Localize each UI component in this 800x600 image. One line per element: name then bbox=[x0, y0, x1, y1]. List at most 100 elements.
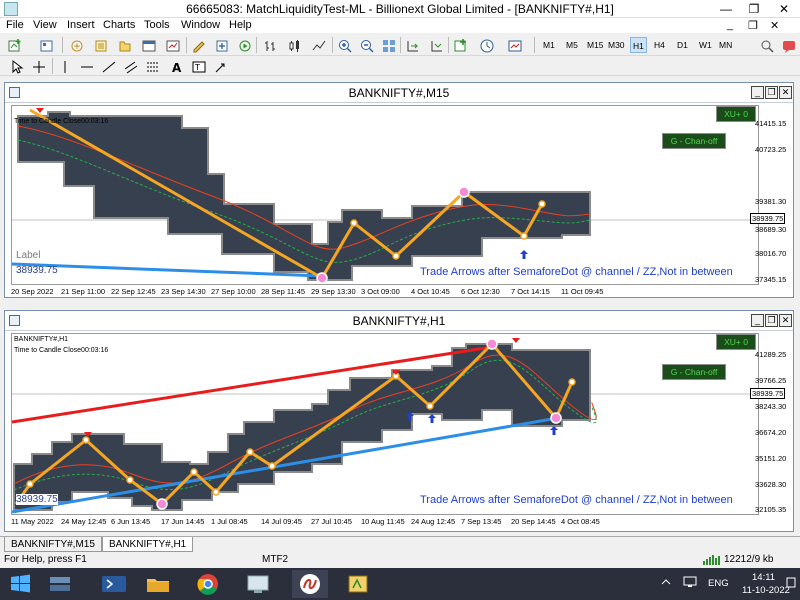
clock-date[interactable]: 11-10-2022 bbox=[742, 585, 790, 596]
arrows-icon[interactable] bbox=[212, 58, 228, 74]
svg-text:T: T bbox=[194, 63, 200, 72]
swing-dot bbox=[520, 232, 528, 240]
search-icon[interactable] bbox=[758, 37, 774, 53]
network-icon[interactable] bbox=[683, 576, 697, 588]
timeframe-m15-button[interactable]: M15 bbox=[585, 37, 606, 53]
chart-shift-icon[interactable] bbox=[404, 37, 420, 53]
minimize-button[interactable]: — bbox=[712, 0, 740, 18]
tester-icon[interactable] bbox=[164, 37, 180, 53]
timeframe-m30-button[interactable]: M30 bbox=[606, 37, 627, 53]
menu-tools[interactable]: Tools bbox=[144, 19, 170, 31]
channel-icon[interactable] bbox=[122, 58, 138, 74]
timeframe-d1-button[interactable]: D1 bbox=[675, 37, 690, 53]
terminal-icon[interactable] bbox=[140, 37, 156, 53]
data-window-icon[interactable] bbox=[92, 37, 108, 53]
chart-close-button[interactable]: ✕ bbox=[779, 314, 792, 327]
powershell-icon[interactable] bbox=[96, 570, 132, 598]
chart-restore-button[interactable]: ❐ bbox=[765, 86, 778, 99]
metatrader-app-icon[interactable] bbox=[292, 570, 328, 598]
svg-text:A: A bbox=[172, 61, 182, 75]
timeframe-w1-button[interactable]: W1 bbox=[697, 37, 714, 53]
line-chart-icon[interactable] bbox=[310, 37, 326, 53]
text-label-icon[interactable]: T bbox=[190, 58, 206, 74]
candlestick-icon[interactable] bbox=[286, 37, 302, 53]
start-button[interactable] bbox=[2, 570, 38, 598]
menu-window[interactable]: Window bbox=[181, 19, 220, 31]
language-indicator[interactable]: ENG bbox=[708, 578, 729, 589]
chart-close-button[interactable]: ✕ bbox=[779, 86, 792, 99]
menu-insert[interactable]: Insert bbox=[67, 19, 95, 31]
toolbar-separator bbox=[62, 37, 63, 53]
close-button[interactable]: ✕ bbox=[768, 0, 800, 18]
time-label: 28 Sep 11:45 bbox=[261, 287, 306, 296]
text-tool-icon[interactable]: A bbox=[168, 58, 184, 75]
bar-chart-icon[interactable] bbox=[262, 37, 278, 53]
chart-window-h1[interactable]: BANKNIFTY#,H1 _ ❐ ✕ BANKNIFTY#,H1 Time t… bbox=[4, 310, 794, 532]
crosshair-icon[interactable] bbox=[30, 58, 46, 74]
chart-window-icon bbox=[9, 87, 20, 98]
chart-minimize-button[interactable]: _ bbox=[751, 86, 764, 99]
autoscroll-icon[interactable] bbox=[428, 37, 444, 53]
chart-minimize-button[interactable]: _ bbox=[751, 314, 764, 327]
time-label: 22 Sep 12:45 bbox=[111, 287, 156, 296]
timeframe-m5-button[interactable]: M5 bbox=[564, 37, 580, 53]
chart-window-m15[interactable]: BANKNIFTY#,M15 _ ❐ ✕ Time to Candle Clos… bbox=[4, 82, 794, 298]
new-chart-icon[interactable] bbox=[6, 37, 22, 53]
mdi-minimize-button[interactable]: _ bbox=[727, 19, 733, 31]
price-axis-m15: 41415.15 40723.25 39381.30 38939.75 3868… bbox=[749, 105, 797, 285]
chart-restore-button[interactable]: ❐ bbox=[765, 314, 778, 327]
candle-timer-label: Time to Candle Close00:03:16 bbox=[14, 347, 109, 354]
market-watch-icon[interactable] bbox=[68, 37, 84, 53]
clock-time[interactable]: 14:11 bbox=[752, 572, 775, 583]
price-chart-m15[interactable]: Time to Candle Close00:03:16 XU+ 0 G - C… bbox=[11, 105, 759, 285]
network-share-icon[interactable] bbox=[240, 570, 276, 598]
metaeditor-icon[interactable] bbox=[190, 37, 206, 53]
file-explorer-icon[interactable] bbox=[140, 570, 176, 598]
tab-banknifty-m15[interactable]: BANKNIFTY#,M15 bbox=[4, 537, 102, 552]
periods-icon[interactable] bbox=[478, 37, 494, 53]
zoom-out-icon[interactable] bbox=[358, 37, 374, 53]
tab-banknifty-h1[interactable]: BANKNIFTY#,H1 bbox=[102, 537, 194, 552]
time-label: 14 Jul 09:45 bbox=[261, 517, 302, 526]
autotrading-icon[interactable] bbox=[236, 37, 252, 53]
timeframe-mn-button[interactable]: MN bbox=[717, 37, 734, 53]
chart-window-icon bbox=[9, 315, 20, 326]
restore-button[interactable]: ❐ bbox=[740, 0, 768, 18]
zoom-in-icon[interactable] bbox=[336, 37, 352, 53]
notification-icon[interactable] bbox=[786, 572, 796, 594]
menu-charts[interactable]: Charts bbox=[103, 19, 135, 31]
menu-file[interactable]: File bbox=[6, 19, 24, 31]
navigator-icon[interactable] bbox=[116, 37, 132, 53]
price-chart-h1[interactable]: BANKNIFTY#,H1 Time to Candle Close00:03:… bbox=[11, 333, 759, 515]
price-level-label: 40723.25 bbox=[755, 145, 787, 154]
profiles-icon[interactable] bbox=[38, 37, 54, 53]
vertical-line-icon[interactable] bbox=[56, 58, 72, 74]
templates-icon[interactable] bbox=[506, 37, 522, 53]
menu-help[interactable]: Help bbox=[229, 19, 252, 31]
buy-arrow bbox=[428, 414, 436, 423]
timeframe-m1-button[interactable]: M1 bbox=[541, 37, 557, 53]
tray-expand-icon[interactable] bbox=[660, 576, 672, 588]
windows-taskbar: ENG 14:11 11-10-2022 bbox=[0, 568, 800, 600]
chrome-icon[interactable] bbox=[190, 570, 226, 598]
semafore-dot bbox=[486, 338, 498, 350]
new-order-icon[interactable] bbox=[213, 37, 229, 53]
timeframe-h1-button[interactable]: H1 bbox=[630, 37, 647, 53]
toolbar-separator bbox=[186, 37, 187, 53]
timeframe-h4-button[interactable]: H4 bbox=[652, 37, 667, 53]
main-toolbar: M1 M5 M15 M30 H1 H4 D1 W1 MN bbox=[0, 34, 800, 56]
mdi-close-button[interactable]: ✕ bbox=[770, 19, 779, 32]
mdi-restore-button[interactable]: ❐ bbox=[748, 19, 758, 32]
trendline-icon[interactable] bbox=[100, 58, 116, 74]
cursor-icon[interactable] bbox=[8, 58, 24, 74]
community-icon[interactable] bbox=[780, 37, 796, 53]
menu-view[interactable]: View bbox=[33, 19, 57, 31]
server-manager-icon[interactable] bbox=[42, 570, 78, 598]
symbol-info-label: BANKNIFTY#,H1 bbox=[14, 336, 69, 343]
metaeditor-app-icon[interactable] bbox=[340, 570, 376, 598]
tile-windows-icon[interactable] bbox=[380, 37, 396, 53]
fibonacci-icon[interactable] bbox=[144, 58, 160, 74]
price-level-label: 41289.25 bbox=[755, 350, 787, 359]
indicators-icon[interactable] bbox=[452, 37, 468, 53]
horizontal-line-icon[interactable] bbox=[78, 58, 94, 74]
